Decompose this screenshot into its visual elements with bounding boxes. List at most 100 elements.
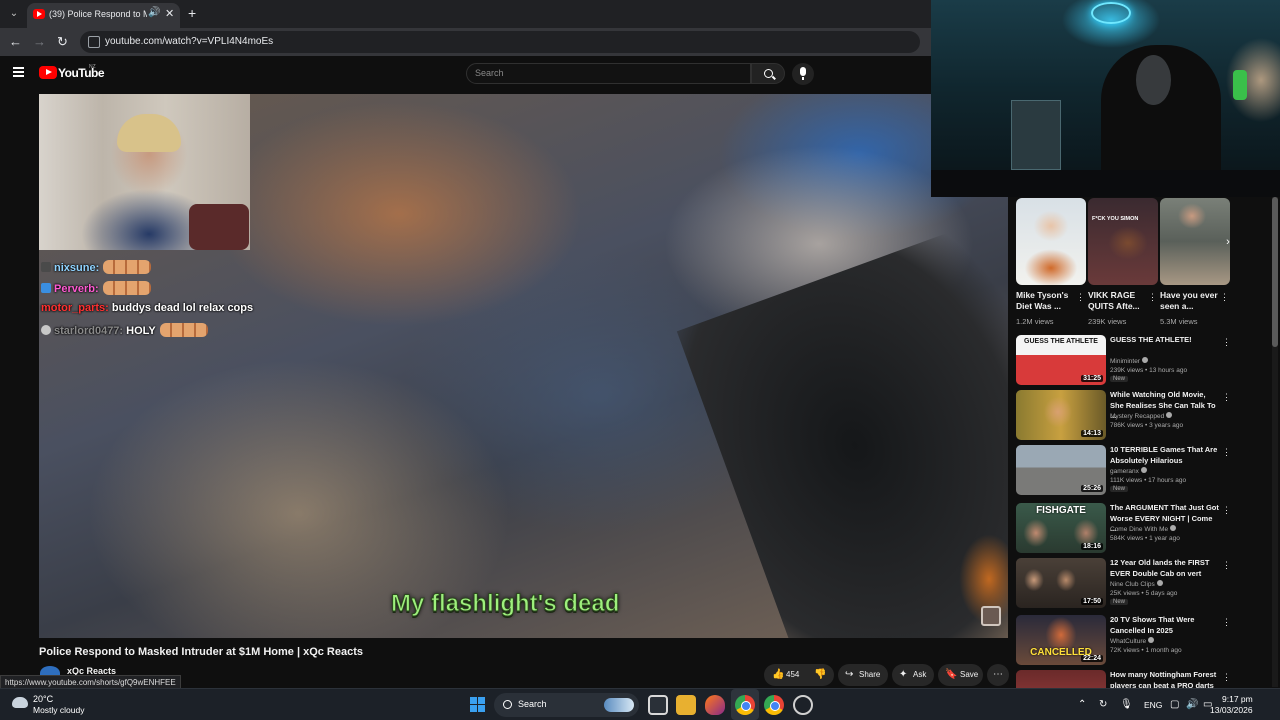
speaker-icon[interactable]: 🔊: [148, 7, 160, 18]
more-vert-icon[interactable]: ⋮: [1222, 617, 1231, 628]
chat-text: buddys dead lol relax cops: [111, 302, 254, 314]
share-button[interactable]: ↪ Share: [838, 664, 888, 686]
brave-browser-icon[interactable]: [705, 695, 725, 715]
more-vert-icon[interactable]: ⋮: [1148, 292, 1157, 303]
more-vert-icon[interactable]: ⋮: [1222, 505, 1231, 516]
thumbs-up-icon[interactable]: 👍: [772, 669, 784, 680]
verified-icon: [1141, 357, 1148, 363]
scrollbar-thumb[interactable]: [1272, 197, 1278, 347]
recommended-video[interactable]: FISHGATE 18:16 The ARGUMENT That Just Go…: [1016, 503, 1256, 555]
channel-label: Mystery Recapped: [1110, 413, 1165, 420]
shorts-views: 1.2M views: [1016, 317, 1054, 326]
cloud-icon[interactable]: [12, 697, 28, 708]
video-thumbnail[interactable]: FISHGATE 18:16: [1016, 503, 1106, 553]
youtube-logo-icon[interactable]: [39, 66, 57, 79]
more-vert-icon[interactable]: ⋮: [1222, 447, 1231, 458]
channel-label: Come Dine With Me: [1110, 526, 1169, 533]
search-input[interactable]: Search: [466, 63, 751, 84]
channel-name[interactable]: WhatCulture: [1110, 637, 1155, 645]
bookmark-icon: 🔖: [945, 669, 958, 680]
streamer-facecam: [39, 94, 250, 250]
video-thumbnail[interactable]: 14:13: [1016, 390, 1106, 440]
site-info-icon[interactable]: [88, 36, 100, 48]
tab-search-icon[interactable]: ⌄: [6, 6, 22, 22]
channel-name[interactable]: Nine Club Clips: [1110, 580, 1163, 588]
browser-tab[interactable]: (39) Police Respond to Masked 🔊 ✕: [27, 3, 180, 28]
more-vert-icon[interactable]: ⋮: [1222, 672, 1231, 683]
search-button[interactable]: [751, 63, 785, 84]
video-title[interactable]: GUESS THE ATHLETE!: [1110, 335, 1220, 346]
more-vert-icon[interactable]: ⋮: [1222, 392, 1231, 403]
recommended-video[interactable]: GUESS THE ATHLETE 31:25 GUESS THE ATHLET…: [1016, 335, 1256, 387]
recommended-video[interactable]: 25:26 10 TERRIBLE Games That Are Absolut…: [1016, 445, 1256, 497]
chrome-icon[interactable]: [735, 695, 755, 715]
channel-name[interactable]: Come Dine With Me: [1110, 525, 1177, 533]
taskbar-search[interactable]: Search: [494, 693, 639, 717]
forward-arrow-icon[interactable]: →: [33, 34, 46, 49]
voice-search-button[interactable]: [792, 63, 814, 85]
chevron-right-icon[interactable]: ›: [1219, 233, 1237, 251]
back-arrow-icon[interactable]: ←: [9, 34, 22, 49]
menu-icon[interactable]: [13, 67, 24, 77]
shorts-title[interactable]: Have you ever seen a...: [1160, 290, 1218, 312]
volume-icon[interactable]: 🔊: [1186, 699, 1198, 710]
country-code: NZ: [89, 64, 96, 70]
sync-icon[interactable]: ↻: [1099, 699, 1107, 710]
shorts-thumbnail[interactable]: [1016, 198, 1086, 285]
save-button[interactable]: 🔖 Save: [938, 664, 983, 686]
windows-start-icon[interactable]: [470, 697, 485, 712]
more-vert-icon[interactable]: ⋮: [1222, 337, 1231, 348]
chrome-profile-icon[interactable]: [764, 695, 784, 715]
ask-button[interactable]: ✦ Ask: [892, 664, 934, 686]
new-tab-icon[interactable]: +: [188, 5, 196, 21]
weather-description[interactable]: Mostly cloudy: [33, 705, 85, 715]
channel-name[interactable]: Miniminter: [1110, 357, 1148, 365]
taskbar-search-label: Search: [518, 699, 547, 709]
chat-text: HOLY: [126, 325, 156, 337]
url-text[interactable]: youtube.com/watch?v=VPLI4N4moEs: [105, 36, 273, 47]
facecam-chair: [189, 204, 249, 250]
video-title[interactable]: How many Nottingham Forest players can b…: [1110, 670, 1220, 688]
close-tab-icon[interactable]: ✕: [165, 7, 174, 20]
video-player[interactable]: nixsune: Perverb: motor_parts: buddys de…: [39, 94, 1008, 638]
video-title[interactable]: 20 TV Shows That Were Cancelled In 2025: [1110, 615, 1220, 636]
settings-gear-icon[interactable]: [793, 695, 813, 715]
facecam-hair: [117, 114, 181, 152]
clock-time[interactable]: 9:17 pm: [1222, 694, 1253, 704]
video-title[interactable]: 12 Year Old lands the FIRST EVER Double …: [1110, 558, 1220, 579]
shorts-thumbnail[interactable]: F*CK YOU SIMON: [1088, 198, 1158, 285]
address-bar[interactable]: youtube.com/watch?v=VPLI4N4moEs: [80, 31, 920, 53]
video-thumbnail[interactable]: CANCELLED 22:24: [1016, 615, 1106, 665]
recommended-video[interactable]: 17:50 12 Year Old lands the FIRST EVER D…: [1016, 558, 1256, 610]
weather-temperature[interactable]: 20°C: [33, 694, 53, 704]
more-actions-button[interactable]: ⋯: [987, 664, 1009, 686]
language-indicator[interactable]: ENG: [1144, 700, 1162, 710]
video-title[interactable]: 10 TERRIBLE Games That Are Absolutely Hi…: [1110, 445, 1220, 466]
more-vert-icon[interactable]: ⋮: [1220, 292, 1229, 303]
microphone-tray-icon[interactable]: 🎙: [1120, 699, 1133, 710]
task-view-icon[interactable]: [648, 695, 668, 715]
video-thumbnail[interactable]: [1016, 670, 1106, 688]
recommended-video[interactable]: 14:13 While Watching Old Movie, She Real…: [1016, 390, 1256, 442]
video-thumbnail[interactable]: 17:50: [1016, 558, 1106, 608]
share-icon: ↪: [845, 669, 854, 680]
shorts-title[interactable]: VIKK RAGE QUITS Afte...: [1088, 290, 1146, 312]
network-icon[interactable]: ▢: [1170, 699, 1179, 710]
more-vert-icon[interactable]: ⋮: [1222, 560, 1231, 571]
shorts-title[interactable]: Mike Tyson's Diet Was ...: [1016, 290, 1074, 312]
clock-date[interactable]: 13/03/2026: [1210, 705, 1253, 715]
chevron-up-icon[interactable]: ⌃: [1078, 699, 1086, 710]
recommended-video[interactable]: CANCELLED 22:24 20 TV Shows That Were Ca…: [1016, 615, 1256, 667]
channel-name[interactable]: Mystery Recapped: [1110, 412, 1173, 420]
video-thumbnail[interactable]: 25:26: [1016, 445, 1106, 495]
page-scrollbar[interactable]: [1272, 197, 1278, 687]
reload-icon[interactable]: ↻: [57, 34, 68, 50]
thumbs-down-icon[interactable]: 👎: [814, 669, 826, 680]
like-count[interactable]: 454: [786, 670, 799, 679]
file-explorer-icon[interactable]: [676, 695, 696, 715]
youtube-wordmark[interactable]: YouTube: [58, 66, 105, 80]
more-vert-icon[interactable]: ⋮: [1076, 292, 1085, 303]
channel-name[interactable]: gameranx: [1110, 467, 1147, 475]
recommended-video[interactable]: How many Nottingham Forest players can b…: [1016, 670, 1256, 688]
video-thumbnail[interactable]: GUESS THE ATHLETE 31:25: [1016, 335, 1106, 385]
